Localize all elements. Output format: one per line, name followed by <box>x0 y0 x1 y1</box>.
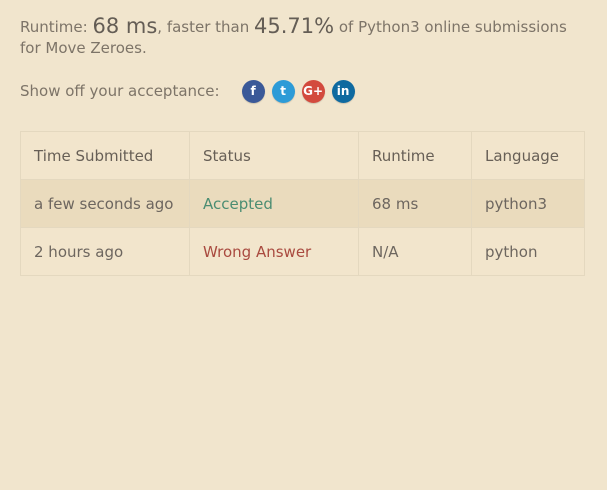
google-plus-icon[interactable]: G+ <box>301 79 325 103</box>
submission-result: Runtime: 68 ms, faster than 45.71% of Py… <box>20 16 585 276</box>
share-row: Show off your acceptance: f t G+ in <box>20 76 585 106</box>
submissions-table: Time Submitted Status Runtime Language a… <box>20 131 585 276</box>
submission-status-link[interactable]: Wrong Answer <box>189 227 359 276</box>
table-header-row: Time Submitted Status Runtime Language <box>20 131 585 180</box>
percentile-value: 45.71% <box>254 14 335 38</box>
column-header-language: Language <box>471 131 585 180</box>
share-label: Show off your acceptance: <box>20 82 220 100</box>
facebook-icon[interactable]: f <box>241 79 265 103</box>
linkedin-icon[interactable]: in <box>331 79 355 103</box>
column-header-time: Time Submitted <box>20 131 190 180</box>
table-row: 2 hours ago Wrong Answer N/A python <box>20 227 585 276</box>
faster-than-label: , faster than <box>157 18 255 36</box>
runtime-summary: Runtime: 68 ms, faster than 45.71% of Py… <box>20 16 585 59</box>
table-row: a few seconds ago Accepted 68 ms python3 <box>20 179 585 228</box>
submission-time: a few seconds ago <box>20 179 190 228</box>
submission-language: python <box>471 227 585 276</box>
submission-time: 2 hours ago <box>20 227 190 276</box>
twitter-icon[interactable]: t <box>271 79 295 103</box>
submission-runtime: 68 ms <box>358 179 472 228</box>
column-header-runtime: Runtime <box>358 131 472 180</box>
submission-status-link[interactable]: Accepted <box>189 179 359 228</box>
submission-language: python3 <box>471 179 585 228</box>
submission-runtime: N/A <box>358 227 472 276</box>
runtime-value: 68 ms <box>92 14 158 38</box>
runtime-label: Runtime: <box>20 18 93 36</box>
column-header-status: Status <box>189 131 359 180</box>
